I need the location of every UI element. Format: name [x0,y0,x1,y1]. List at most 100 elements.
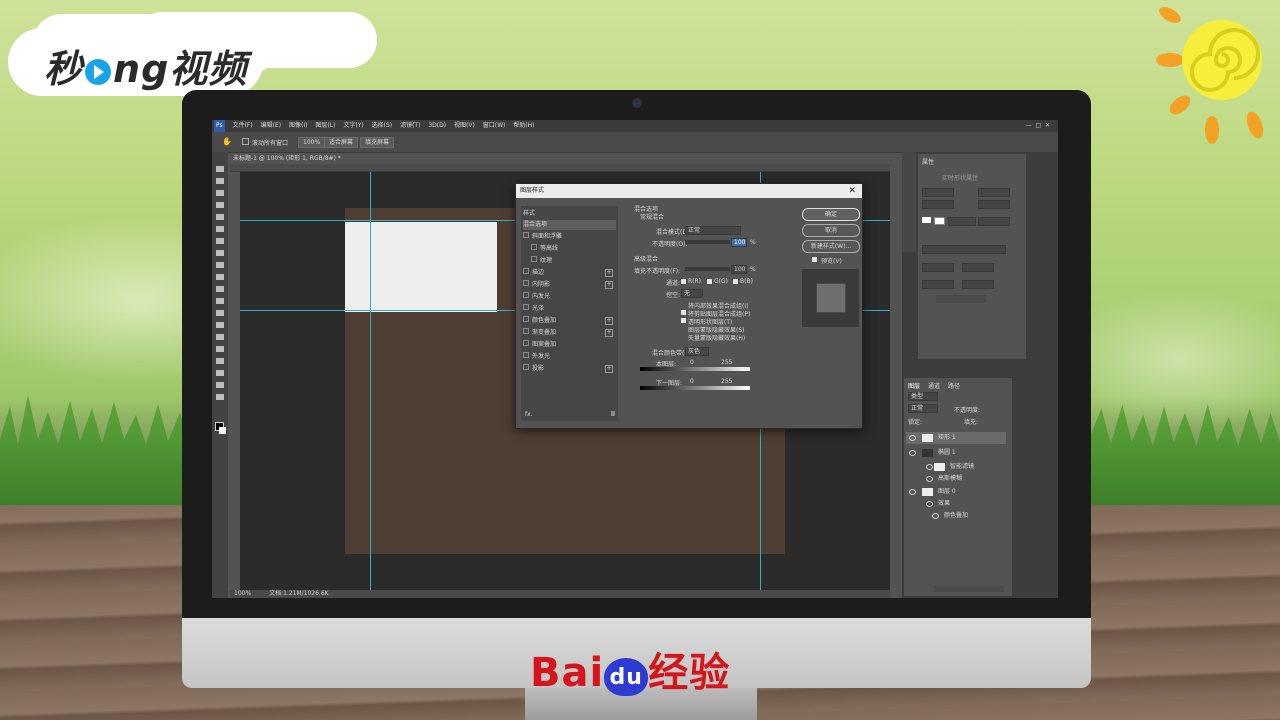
delete-effect-icon[interactable] [611,411,615,416]
style-stroke[interactable]: 描边 + [523,268,616,278]
checkbox[interactable] [523,316,529,322]
fill-opacity-slider[interactable] [685,267,730,271]
channel-b-checkbox[interactable] [733,279,738,284]
stroke-width-field[interactable] [948,217,976,226]
visibility-eye-icon[interactable] [926,464,933,470]
underlying-layer-slider[interactable] [640,386,750,390]
marquee-tool-icon[interactable] [216,178,224,184]
menu-image[interactable]: 图像(I) [289,120,307,132]
style-blending-options[interactable]: 混合选项 [523,220,616,230]
lasso-tool-icon[interactable] [216,190,224,196]
fill-opacity-input[interactable]: 100 [731,265,747,274]
ok-button[interactable]: 确定 [802,208,860,221]
menu-select[interactable]: 选择(S) [372,120,393,132]
knockout-select[interactable]: 无 [681,289,703,298]
menu-file[interactable]: 文件(F) [233,120,253,132]
add-effect-icon[interactable]: + [605,317,613,325]
visibility-eye-icon[interactable] [909,489,916,495]
layer-row[interactable]: 颜色叠加 [906,510,1006,522]
layer-row[interactable]: 椭圆 1 [906,447,1006,459]
layer-blend-mode[interactable]: 正常 [908,404,938,413]
style-satin[interactable]: 光泽 [523,304,616,314]
property-field[interactable] [978,200,1010,209]
add-effect-icon[interactable]: + [605,365,613,373]
style-drop-shadow[interactable]: 投影 + [523,364,616,374]
layer-row[interactable]: 图层 0 [906,486,1006,498]
option-vector-mask-hides[interactable]: 矢量蒙版隐藏效果(H) [688,333,745,342]
opacity-slider[interactable] [685,240,730,244]
opacity-input[interactable]: 100 [731,238,747,247]
style-contour[interactable]: 等高线 [523,244,624,254]
menu-type[interactable]: 文字(Y) [343,120,363,132]
menu-3d[interactable]: 3D(D) [428,120,446,132]
gradient-tool-icon[interactable] [216,298,224,304]
dodge-tool-icon[interactable] [216,322,224,328]
visibility-eye-icon[interactable] [909,435,916,441]
channel-r-checkbox[interactable] [681,279,686,284]
fill-screen-button[interactable]: 填充屏幕 [360,137,395,148]
fill-swatch[interactable] [922,217,931,223]
menu-view[interactable]: 视图(V) [454,120,475,132]
quick-select-tool-icon[interactable] [216,202,224,208]
path-select-tool-icon[interactable] [216,358,224,364]
layer-filter-input[interactable]: 类型 [908,392,938,401]
menu-edit[interactable]: 编辑(E) [261,120,281,132]
visibility-eye-icon[interactable] [932,513,939,519]
menu-layer[interactable]: 图层(L) [315,120,335,132]
brush-tool-icon[interactable] [216,250,224,256]
stroke-type-field[interactable] [978,217,1010,226]
document-tab[interactable]: 未标题-1 @ 100% (矩形 1, RGB/8#) * [230,153,348,164]
add-effect-icon[interactable]: + [605,329,613,337]
layer-row[interactable]: 高斯模糊 [906,473,1006,485]
checkbox[interactable] [523,280,529,286]
blend-mode-select[interactable]: 正常 [685,226,741,235]
eraser-tool-icon[interactable] [216,286,224,292]
hand-tool-icon[interactable]: ✋ [222,137,232,146]
preview-checkbox[interactable] [812,257,817,262]
path-ops-field[interactable] [922,245,1006,254]
style-outer-glow[interactable]: 外发光 [523,352,616,362]
checkbox[interactable] [523,232,529,238]
zoom-tool-icon[interactable] [216,394,224,400]
style-color-overlay[interactable]: 颜色叠加 + [523,316,616,326]
menu-window[interactable]: 窗口(W) [483,120,506,132]
zoom-100-button[interactable]: 100% [298,137,326,148]
window-controls[interactable]: — □ ✕ [1026,120,1050,132]
layer-footer-buttons[interactable] [934,586,1004,592]
close-icon[interactable]: ✕ [848,184,856,198]
visibility-eye-icon[interactable] [926,501,933,507]
add-effect-icon[interactable]: + [605,281,613,289]
checkbox[interactable] [531,244,537,250]
checkbox[interactable] [523,268,529,274]
pathfinder-buttons[interactable] [936,295,986,303]
checkbox[interactable] [523,364,529,370]
stamp-tool-icon[interactable] [216,262,224,268]
property-field[interactable] [922,188,954,197]
layer-row[interactable]: 矩形 1 [906,432,1006,444]
type-tool-icon[interactable] [216,346,224,352]
new-style-button[interactable]: 新建样式(W)... [802,240,860,253]
checkbox[interactable] [531,256,537,262]
corner-field[interactable] [962,280,994,289]
scroll-all-checkbox[interactable] [242,138,249,145]
menu-filter[interactable]: 滤镜(T) [400,120,420,132]
checkbox[interactable] [523,292,529,298]
style-pattern-overlay[interactable]: 图案叠加 [523,340,616,350]
eyedropper-tool-icon[interactable] [216,226,224,232]
move-tool-icon[interactable] [216,166,224,172]
style-gradient-overlay[interactable]: 渐变叠加 + [523,328,616,338]
property-field[interactable] [922,200,954,209]
corner-field[interactable] [962,263,994,272]
property-field[interactable] [978,188,1010,197]
paths-tab[interactable]: 路径 [948,381,960,390]
corner-field[interactable] [922,280,954,289]
checkbox[interactable] [523,304,529,310]
style-bevel-emboss[interactable]: 斜面和浮雕 [523,232,616,242]
layer-row[interactable]: 效果 [906,498,1006,510]
checkbox[interactable] [523,328,529,334]
layers-tab[interactable]: 图层 [908,381,920,390]
checkbox[interactable] [523,352,529,358]
option-blend-clipped-checkbox[interactable] [681,310,686,315]
fit-screen-button[interactable]: 适合屏幕 [324,137,359,148]
blend-if-select[interactable]: 灰色 [685,347,709,356]
